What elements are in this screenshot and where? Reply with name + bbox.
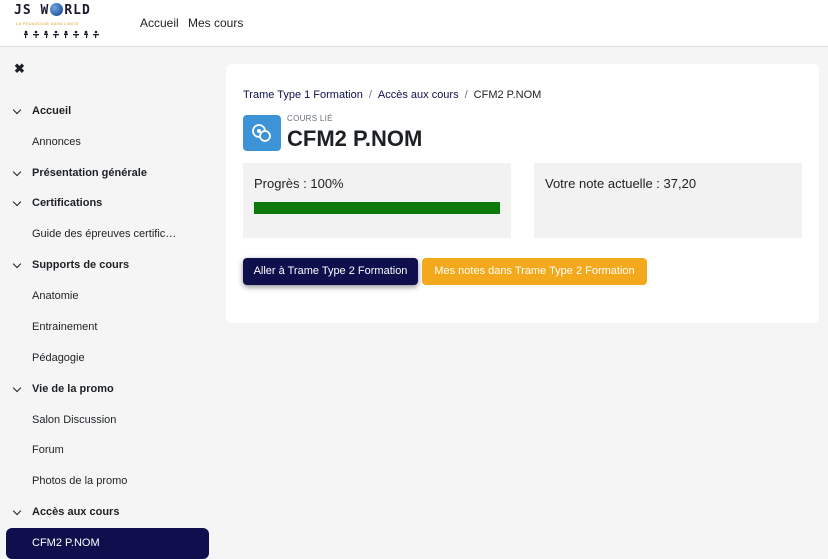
chevron-down-icon[interactable]	[12, 167, 22, 177]
close-drawer-icon[interactable]: ✖	[14, 61, 25, 77]
sidebar-section-label: Accueil	[32, 105, 72, 117]
progress-label: Progrès : 100%	[254, 176, 344, 191]
sidebar-section-label: Certifications	[32, 197, 103, 209]
top-navbar: JS W RLD LA PÉDAGOGIE SANS LIMITE Accueil…	[0, 0, 828, 47]
breadcrumb-item[interactable]: Trame Type 1 Formation	[243, 89, 363, 101]
sidebar-section-acces-cours[interactable]: Accès aux cours	[0, 502, 214, 522]
sidebar-item-photos-promo[interactable]: Photos de la promo	[0, 471, 214, 491]
sidebar-section-label: Vie de la promo	[32, 383, 114, 395]
course-subtitle: COURS LIÉ	[287, 114, 333, 123]
progress-panel: Progrès : 100%	[243, 163, 511, 238]
sidebar-item-entrainement[interactable]: Entrainement	[0, 317, 214, 337]
breadcrumb-item[interactable]: Accès aux cours	[378, 89, 459, 101]
sidebar-item-label: Anatomie	[32, 290, 79, 302]
sidebar-item-salon-discussion[interactable]: Salon Discussion	[0, 410, 214, 430]
sidebar-item-label: Guide des épreuves certific…	[32, 228, 177, 240]
sidebar-item-cfm2-active[interactable]: CFM2 P.NOM	[6, 528, 209, 559]
chevron-down-icon[interactable]	[12, 197, 22, 207]
grade-panel: Votre note actuelle : 37,20	[534, 163, 802, 238]
sidebar-item-pedagogie[interactable]: Pédagogie	[0, 348, 214, 368]
my-grades-button[interactable]: Mes notes dans Trame Type 2 Formation	[422, 258, 647, 285]
breadcrumb-separator: /	[368, 89, 372, 101]
go-to-course-button[interactable]: Aller à Trame Type 2 Formation	[243, 258, 418, 285]
logo-tagline: LA PÉDAGOGIE SANS LIMITE	[16, 21, 79, 26]
page-title: CFM2 P.NOM	[287, 126, 423, 151]
sidebar-section-vie-promo[interactable]: Vie de la promo	[0, 379, 214, 399]
chevron-down-icon[interactable]	[12, 105, 22, 115]
sidebar-item-label: Salon Discussion	[32, 414, 117, 426]
course-index-drawer: ✖ Accueil Annonces Présentation générale…	[0, 47, 214, 559]
breadcrumb-current: CFM2 P.NOM	[473, 89, 542, 101]
sidebar-item-annonces[interactable]: Annonces	[0, 132, 214, 152]
chevron-down-icon[interactable]	[12, 259, 22, 269]
sidebar-section-label: Supports de cours	[32, 259, 130, 271]
sidebar-item-guide-epreuves[interactable]: Guide des épreuves certific…	[0, 224, 214, 244]
nav-mes-cours[interactable]: Mes cours	[188, 16, 243, 30]
sidebar-item-label: Forum	[32, 444, 64, 456]
sidebar-section-presentation[interactable]: Présentation générale	[0, 163, 214, 183]
sidebar-section-certifications[interactable]: Certifications	[0, 193, 214, 213]
nav-accueil[interactable]: Accueil	[140, 16, 179, 30]
site-logo[interactable]: JS W RLD LA PÉDAGOGIE SANS LIMITE	[14, 3, 106, 43]
sidebar-item-label: Photos de la promo	[32, 475, 128, 487]
linked-course-icon	[243, 115, 281, 151]
logo-text-left: JS W	[14, 3, 50, 18]
chevron-down-icon[interactable]	[12, 506, 22, 516]
sidebar-section-label: Présentation générale	[32, 167, 147, 179]
sidebar-section-supports[interactable]: Supports de cours	[0, 255, 214, 275]
sidebar-section-accueil[interactable]: Accueil	[0, 101, 214, 121]
sidebar-item-label: Annonces	[32, 136, 81, 148]
main-content-card: Trame Type 1 Formation / Accès aux cours / C…	[226, 64, 819, 323]
globe-icon	[50, 3, 64, 16]
progress-bar	[254, 202, 500, 214]
sidebar-item-label: Pédagogie	[32, 352, 85, 364]
breadcrumb-separator: /	[464, 89, 468, 101]
sidebar-item-label: CFM2 P.NOM	[32, 537, 100, 549]
progress-bar-fill	[254, 202, 500, 214]
breadcrumb: Trame Type 1 Formation / Accès aux cours / C…	[243, 89, 541, 101]
chevron-down-icon[interactable]	[12, 383, 22, 393]
athletes-icon	[24, 30, 99, 38]
sidebar-item-label: Entrainement	[32, 321, 98, 333]
sidebar-item-anatomie[interactable]: Anatomie	[0, 286, 214, 306]
logo-text-right: RLD	[64, 3, 91, 18]
sidebar-item-forum[interactable]: Forum	[0, 440, 214, 460]
grade-label: Votre note actuelle : 37,20	[545, 176, 697, 191]
sidebar-section-label: Accès aux cours	[32, 506, 120, 518]
